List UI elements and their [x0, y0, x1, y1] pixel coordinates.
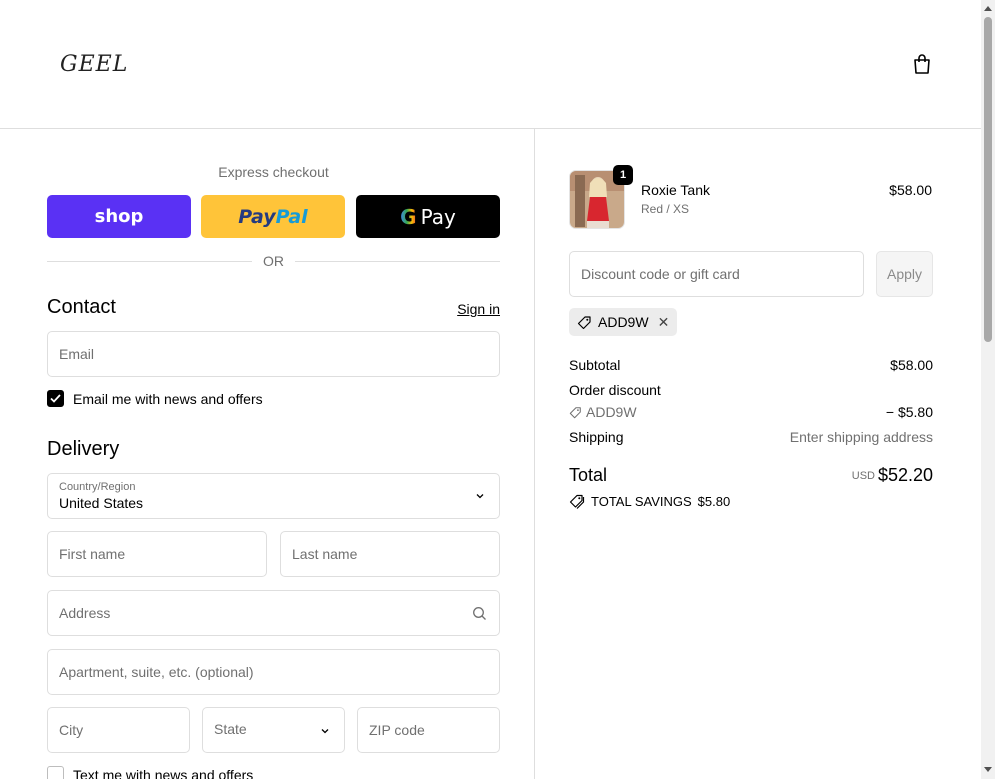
address-placeholder: Address — [59, 605, 111, 621]
contact-title: Contact — [47, 296, 116, 318]
tag-icon — [577, 315, 591, 329]
state-select[interactable]: State — [202, 707, 345, 753]
state-placeholder: State — [214, 721, 247, 737]
applied-discount-code: ADD9W — [598, 314, 649, 330]
paypal-label-pal: Pal — [275, 205, 308, 228]
scroll-up-arrow-icon[interactable] — [984, 6, 992, 11]
country-value: United States — [59, 495, 144, 511]
total-label: Total — [569, 465, 608, 485]
store-logo[interactable]: GEEL — [60, 52, 128, 77]
city-field[interactable]: City — [47, 707, 190, 753]
chevron-down-icon — [321, 729, 329, 734]
shopping-bag-icon[interactable] — [912, 53, 932, 75]
paypal-button[interactable]: Pay Pal — [201, 195, 345, 238]
quantity-badge: 1 — [613, 165, 633, 185]
page-scrollbar[interactable] — [981, 0, 995, 779]
email-news-checkbox[interactable] — [47, 390, 64, 407]
shipping-label: Shipping — [569, 429, 624, 445]
discount-placeholder: Discount code or gift card — [581, 266, 740, 282]
apartment-field[interactable]: Apartment, suite, etc. (optional) — [47, 649, 500, 695]
order-discount-label: Order discount — [569, 382, 661, 398]
email-placeholder: Email — [59, 346, 95, 362]
product-variant: Red / XS — [641, 202, 690, 216]
currency-code: USD — [851, 470, 875, 482]
express-checkout-label: Express checkout — [218, 164, 329, 180]
discount-code-line: ADD9W — [569, 404, 637, 420]
scroll-down-arrow-icon[interactable] — [984, 767, 992, 772]
remove-discount-icon[interactable]: ✕ — [658, 314, 670, 331]
shop-pay-button[interactable]: shop — [47, 195, 191, 238]
sign-in-link[interactable]: Sign in — [440, 301, 500, 317]
city-placeholder: City — [59, 722, 84, 738]
last-name-field[interactable]: Last name — [280, 531, 500, 577]
discount-code-name: ADD9W — [586, 404, 637, 420]
google-g-icon: G — [400, 204, 417, 229]
search-icon — [473, 607, 486, 620]
text-news-checkbox-row[interactable]: Text me with news and offers — [47, 766, 253, 779]
subtotal-label: Subtotal — [569, 357, 621, 373]
product-name: Roxie Tank — [641, 182, 711, 198]
total-amount: $52.20 — [877, 465, 933, 485]
google-pay-label: Pay — [420, 204, 456, 229]
google-pay-button[interactable]: G Pay — [356, 195, 500, 238]
shop-pay-label: shop — [94, 206, 144, 227]
chevron-down-icon — [476, 494, 484, 499]
email-news-label: Email me with news and offers — [73, 390, 263, 407]
zip-placeholder: ZIP code — [369, 722, 425, 738]
country-label: Country/Region — [59, 481, 136, 493]
subtotal-value: $58.00 — [890, 357, 933, 373]
address-field[interactable]: Address — [47, 590, 500, 636]
email-field[interactable]: Email — [47, 331, 500, 377]
discount-amount: − $5.80 — [885, 404, 933, 420]
email-news-checkbox-row[interactable]: Email me with news and offers — [47, 390, 263, 407]
or-line-right — [295, 261, 500, 262]
first-name-placeholder: First name — [59, 546, 126, 562]
savings-label: TOTAL SAVINGS — [591, 493, 692, 509]
apply-label: Apply — [886, 266, 923, 282]
total-savings: TOTAL SAVINGS $5.80 — [569, 493, 730, 509]
or-label: OR — [263, 253, 284, 269]
first-name-field[interactable]: First name — [47, 531, 267, 577]
checkout-form: Express checkout shop Pay Pal G Pay OR Co… — [0, 129, 535, 779]
text-news-checkbox[interactable] — [47, 766, 64, 779]
product-price: $58.00 — [889, 182, 932, 198]
country-select[interactable]: Country/Region United States — [47, 473, 500, 519]
text-news-label: Text me with news and offers — [73, 766, 254, 779]
or-divider: OR — [47, 253, 500, 269]
order-summary: 1 Roxie Tank Red / XS $58.00 Discount co… — [535, 129, 981, 779]
paypal-label-pay: Pay — [238, 205, 276, 228]
discount-code-input[interactable]: Discount code or gift card — [569, 251, 864, 297]
checkmark-icon — [50, 394, 61, 403]
tag-icon — [569, 406, 581, 418]
checkout-header: GEEL — [0, 0, 981, 129]
shipping-value: Enter shipping address — [789, 429, 933, 445]
delivery-title: Delivery — [47, 438, 120, 460]
apply-discount-button[interactable]: Apply — [876, 251, 933, 297]
zip-field[interactable]: ZIP code — [357, 707, 500, 753]
last-name-placeholder: Last name — [292, 546, 358, 562]
tags-icon — [569, 494, 585, 509]
apartment-placeholder: Apartment, suite, etc. (optional) — [59, 664, 254, 680]
or-line-left — [47, 261, 252, 262]
applied-discount-chip: ADD9W ✕ — [569, 308, 678, 336]
savings-value: $5.80 — [697, 493, 731, 509]
scrollbar-thumb[interactable] — [984, 17, 992, 342]
